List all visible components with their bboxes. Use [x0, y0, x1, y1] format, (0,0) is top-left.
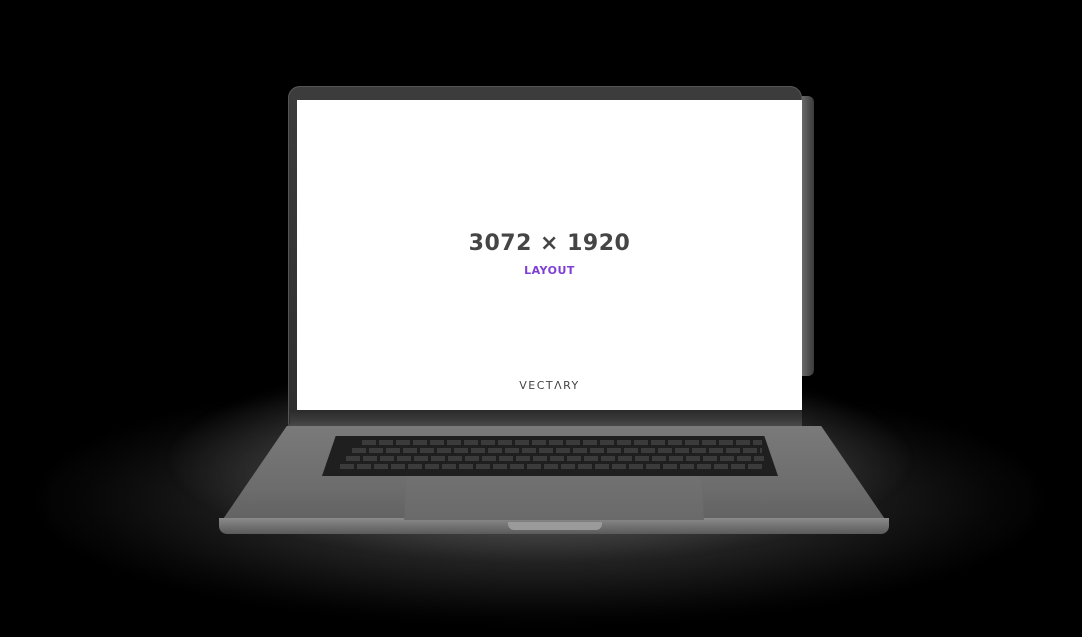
- laptop-lid-edge: [802, 96, 814, 376]
- lid-notch: [508, 522, 602, 530]
- key-row: [362, 440, 762, 445]
- trackpad: [404, 476, 704, 520]
- brand-logo: VECTΛRY: [519, 379, 580, 392]
- resolution-text: 3072 × 1920: [468, 231, 631, 256]
- keyboard: [322, 436, 778, 476]
- key-row: [340, 464, 764, 469]
- mockup-stage: 3072 × 1920 LAYOUT VECTΛRY: [0, 0, 1082, 637]
- layout-label: LAYOUT: [524, 264, 575, 277]
- key-row: [352, 448, 762, 453]
- laptop-screen: 3072 × 1920 LAYOUT VECTΛRY: [297, 100, 802, 410]
- laptop-hinge: [290, 410, 802, 426]
- key-row: [346, 456, 764, 461]
